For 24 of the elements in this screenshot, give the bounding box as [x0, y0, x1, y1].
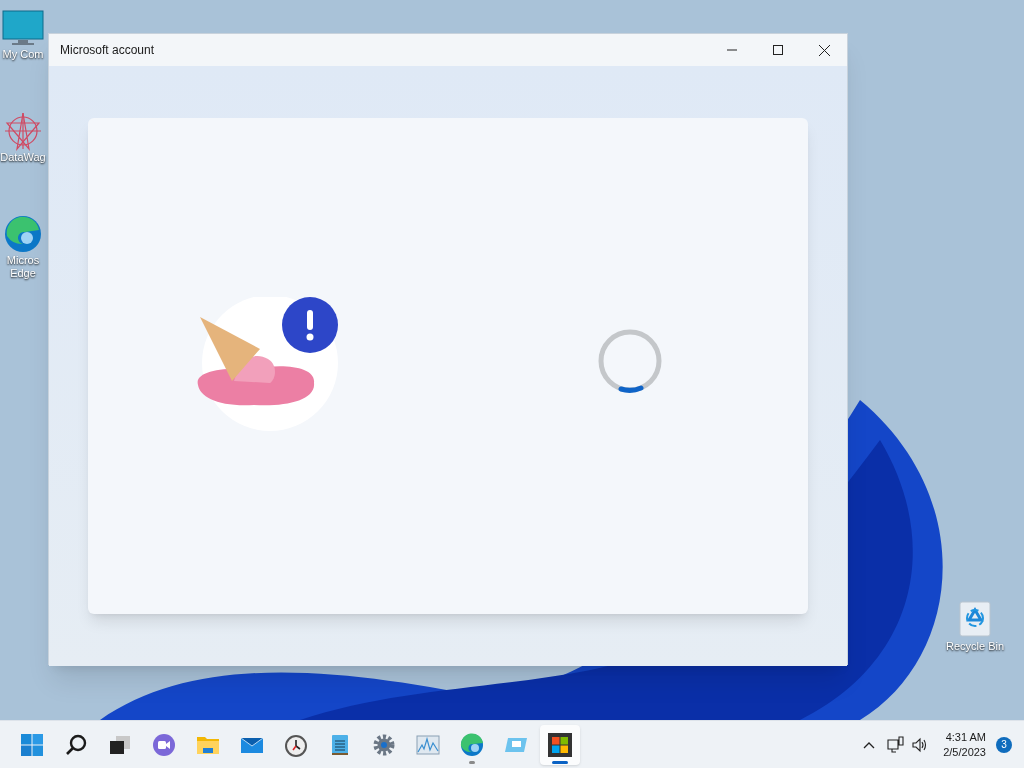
- network-icon[interactable]: [887, 735, 906, 754]
- recycle-bin-icon: [957, 598, 993, 638]
- edge-icon: [3, 214, 43, 254]
- clock-button[interactable]: 4:31 AM 2/5/2023: [939, 729, 990, 760]
- window-title: Microsoft account: [60, 42, 156, 59]
- video-chat-icon: [152, 732, 176, 757]
- clock-icon: [284, 732, 308, 757]
- search-icon: [64, 732, 88, 757]
- desktop-icon-label: Recycle Bin: [945, 639, 1005, 654]
- loading-spinner-icon: [597, 328, 663, 394]
- windows-logo-icon: [20, 732, 44, 757]
- star-pattern-icon: [3, 111, 43, 151]
- desktop-icon-label: My Com: [1, 48, 45, 61]
- line-graph-icon: [416, 732, 440, 757]
- monitor-icon: [2, 10, 44, 48]
- gear-icon: [372, 732, 396, 757]
- desktop-icon-label: Micros Edge: [5, 254, 41, 280]
- close-icon: [818, 44, 830, 56]
- taskbar-app-button[interactable]: [540, 724, 580, 765]
- notification-count[interactable]: 3: [996, 736, 1012, 753]
- edge-icon: [460, 732, 484, 757]
- maximize-icon: [773, 45, 783, 55]
- store-icon: [548, 732, 572, 757]
- desktop-icon-label: DataWag: [0, 151, 46, 164]
